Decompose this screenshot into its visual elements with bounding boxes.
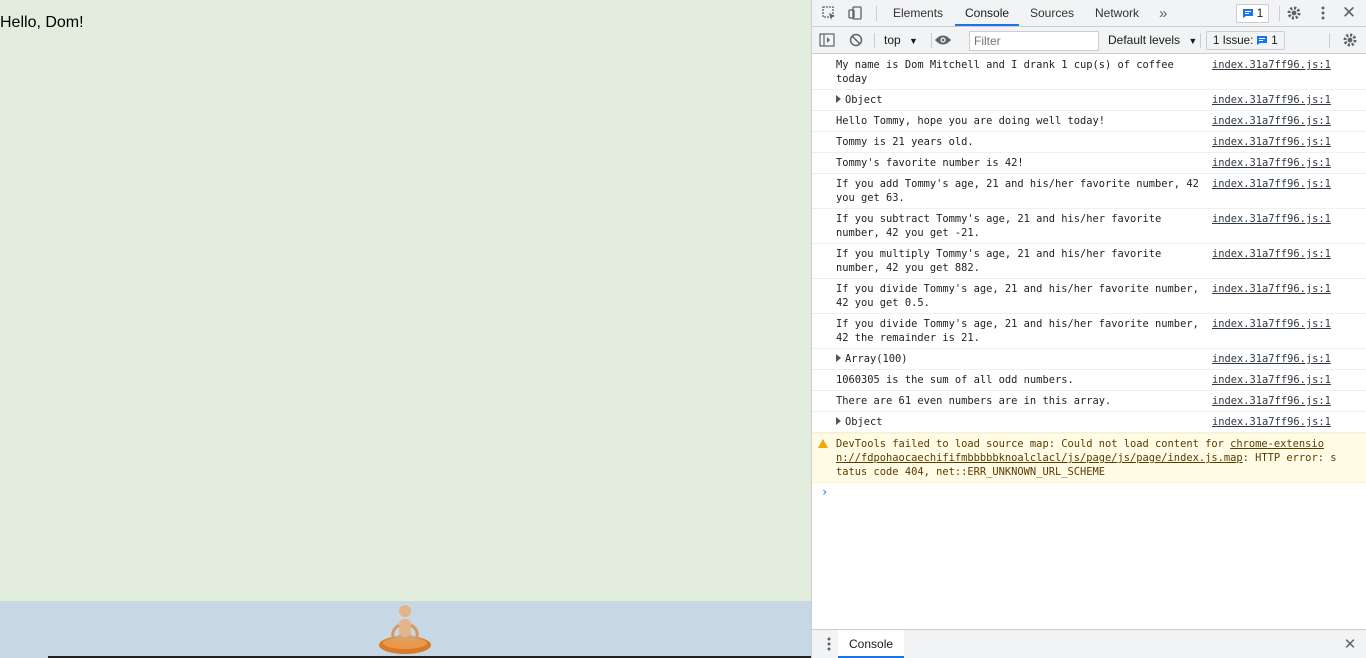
source-link[interactable]: index.31a7ff96.js:1 — [1212, 135, 1331, 149]
console-message-text: My name is Dom Mitchell and I drank 1 cu… — [836, 59, 1181, 85]
page-viewport: Hello, Dom! — [0, 0, 811, 658]
source-link[interactable]: index.31a7ff96.js:1 — [1212, 212, 1331, 226]
source-link[interactable]: index.31a7ff96.js:1 — [1212, 282, 1331, 296]
issues-button-count: 1 — [1271, 34, 1278, 47]
console-message-text: There are 61 even numbers are in this ar… — [836, 395, 1112, 407]
console-message[interactable]: Object index.31a7ff96.js:1 — [812, 90, 1366, 111]
eye-live-expression-icon[interactable] — [934, 31, 952, 49]
tab-network[interactable]: Network — [1095, 0, 1139, 26]
drawer-bar: Console ✕ — [812, 629, 1366, 658]
devtools-tab-bar: Elements Console Sources Network » 1 ✕ — [812, 0, 1366, 27]
console-message-text: Object — [845, 416, 883, 428]
console-message-text: Array(100) — [845, 353, 908, 365]
issues-badge[interactable]: 1 — [1236, 4, 1269, 23]
console-message[interactable]: Tommy's favorite number is 42! index.31a7… — [812, 153, 1366, 174]
console-message[interactable]: If you add Tommy's age, 21 and his/her f… — [812, 174, 1366, 209]
console-toolbar: top ▼ Default levels ▼ 1 Issue: 1 — [812, 27, 1366, 54]
source-link[interactable]: index.31a7ff96.js:1 — [1212, 93, 1331, 107]
source-link[interactable]: index.31a7ff96.js:1 — [1212, 58, 1331, 72]
console-message[interactable]: There are 61 even numbers are in this ar… — [812, 391, 1366, 412]
console-message[interactable]: Hello Tommy, hope you are doing well tod… — [812, 111, 1366, 132]
clear-console-icon[interactable] — [847, 31, 865, 49]
close-drawer-icon[interactable]: ✕ — [1341, 635, 1359, 653]
kebab-menu-icon[interactable] — [1314, 4, 1332, 22]
expand-triangle-icon[interactable] — [836, 417, 841, 425]
tab-console[interactable]: Console — [955, 0, 1020, 26]
drawer-menu-icon[interactable] — [820, 635, 838, 653]
console-message[interactable]: Tommy is 21 years old. index.31a7ff96.js:… — [812, 132, 1366, 153]
console-message-text: Hello Tommy, hope you are doing well tod… — [836, 115, 1105, 127]
tab-sources[interactable]: Sources — [1030, 0, 1074, 26]
log-levels-select[interactable]: Default levels ▼ — [1108, 31, 1197, 50]
expand-triangle-icon[interactable] — [836, 354, 841, 362]
greeting-text: Hello, Dom! — [0, 14, 84, 31]
console-message[interactable]: If you divide Tommy's age, 21 and his/he… — [812, 314, 1366, 349]
device-toolbar-icon[interactable] — [846, 4, 864, 22]
console-message-text: If you divide Tommy's age, 21 and his/he… — [836, 283, 1206, 309]
toolbar-divider — [1200, 33, 1201, 48]
log-levels-label: Default levels — [1108, 33, 1181, 47]
source-link[interactable]: index.31a7ff96.js:1 — [1212, 177, 1331, 191]
inspect-element-icon[interactable] — [820, 4, 838, 22]
close-devtools-icon[interactable]: ✕ — [1340, 3, 1358, 22]
source-link[interactable]: index.31a7ff96.js:1 — [1212, 415, 1331, 429]
tab-elements[interactable]: Elements — [893, 0, 943, 26]
expand-triangle-icon[interactable] — [836, 95, 841, 103]
console-message[interactable]: 1060305 is the sum of all odd numbers. in… — [812, 370, 1366, 391]
issues-count: 1 — [1256, 7, 1264, 20]
source-link[interactable]: index.31a7ff96.js:1 — [1212, 317, 1331, 331]
message-icon — [1257, 36, 1268, 45]
source-link[interactable]: index.31a7ff96.js:1 — [1212, 394, 1331, 408]
dropdown-arrow-icon: ▼ — [1188, 36, 1198, 46]
issues-label: 1 Issue: — [1213, 34, 1254, 47]
console-message-text: If you divide Tommy's age, 21 and his/he… — [836, 318, 1206, 344]
toolbar-divider — [1279, 6, 1280, 21]
console-message-text: Tommy is 21 years old. — [836, 136, 974, 148]
console-settings-gear-icon[interactable] — [1341, 31, 1359, 49]
console-message[interactable]: If you subtract Tommy's age, 21 and his/… — [812, 209, 1366, 244]
console-prompt-chevron-icon: › — [821, 485, 829, 499]
console-message-text: If you add Tommy's age, 21 and his/her f… — [836, 178, 1206, 204]
console-message[interactable]: My name is Dom Mitchell and I drank 1 cu… — [812, 55, 1366, 90]
console-message-text: Object — [845, 94, 883, 106]
more-tabs-icon[interactable]: » — [1159, 0, 1167, 26]
source-link[interactable]: index.31a7ff96.js:1 — [1212, 114, 1331, 128]
console-message-text: If you multiply Tommy's age, 21 and his/… — [836, 248, 1168, 274]
console-message-text: Tommy's favorite number is 42! — [836, 157, 1024, 169]
toolbar-divider — [874, 33, 875, 48]
dropdown-arrow-icon: ▼ — [909, 36, 918, 46]
settings-gear-icon[interactable] — [1285, 4, 1303, 22]
drawer-tab-console[interactable]: Console — [838, 630, 905, 658]
console-prompt-row[interactable]: › — [812, 483, 1366, 505]
meditating-figure-image — [379, 605, 431, 654]
message-icon — [1242, 9, 1253, 18]
source-link[interactable]: index.31a7ff96.js:1 — [1212, 247, 1331, 261]
console-message[interactable]: If you divide Tommy's age, 21 and his/he… — [812, 279, 1366, 314]
context-select[interactable]: top ▼ — [884, 31, 918, 50]
console-message[interactable]: If you multiply Tommy's age, 21 and his/… — [812, 244, 1366, 279]
sidebar-toggle-icon[interactable] — [818, 31, 836, 49]
console-message-text: 1060305 is the sum of all odd numbers. — [836, 374, 1074, 386]
console-message-text: If you subtract Tommy's age, 21 and his/… — [836, 213, 1168, 239]
context-value: top — [884, 33, 901, 47]
warning-icon — [818, 439, 828, 448]
console-messages: My name is Dom Mitchell and I drank 1 cu… — [812, 55, 1366, 505]
toolbar-divider — [931, 33, 932, 48]
console-message[interactable]: Array(100) index.31a7ff96.js:1 — [812, 349, 1366, 370]
console-message[interactable]: Object index.31a7ff96.js:1 — [812, 412, 1366, 433]
source-link[interactable]: index.31a7ff96.js:1 — [1212, 352, 1331, 366]
toolbar-divider — [1329, 33, 1330, 48]
issues-button[interactable]: 1 Issue: 1 — [1206, 31, 1285, 50]
toolbar-divider — [876, 6, 877, 21]
source-link[interactable]: index.31a7ff96.js:1 — [1212, 156, 1331, 170]
filter-input[interactable] — [969, 31, 1099, 51]
devtools-panel: Elements Console Sources Network » 1 ✕ t… — [811, 0, 1366, 658]
warning-text: DevTools failed to load source map: Coul… — [836, 438, 1231, 450]
console-warning[interactable]: DevTools failed to load source map: Coul… — [812, 433, 1366, 483]
source-link[interactable]: index.31a7ff96.js:1 — [1212, 373, 1331, 387]
